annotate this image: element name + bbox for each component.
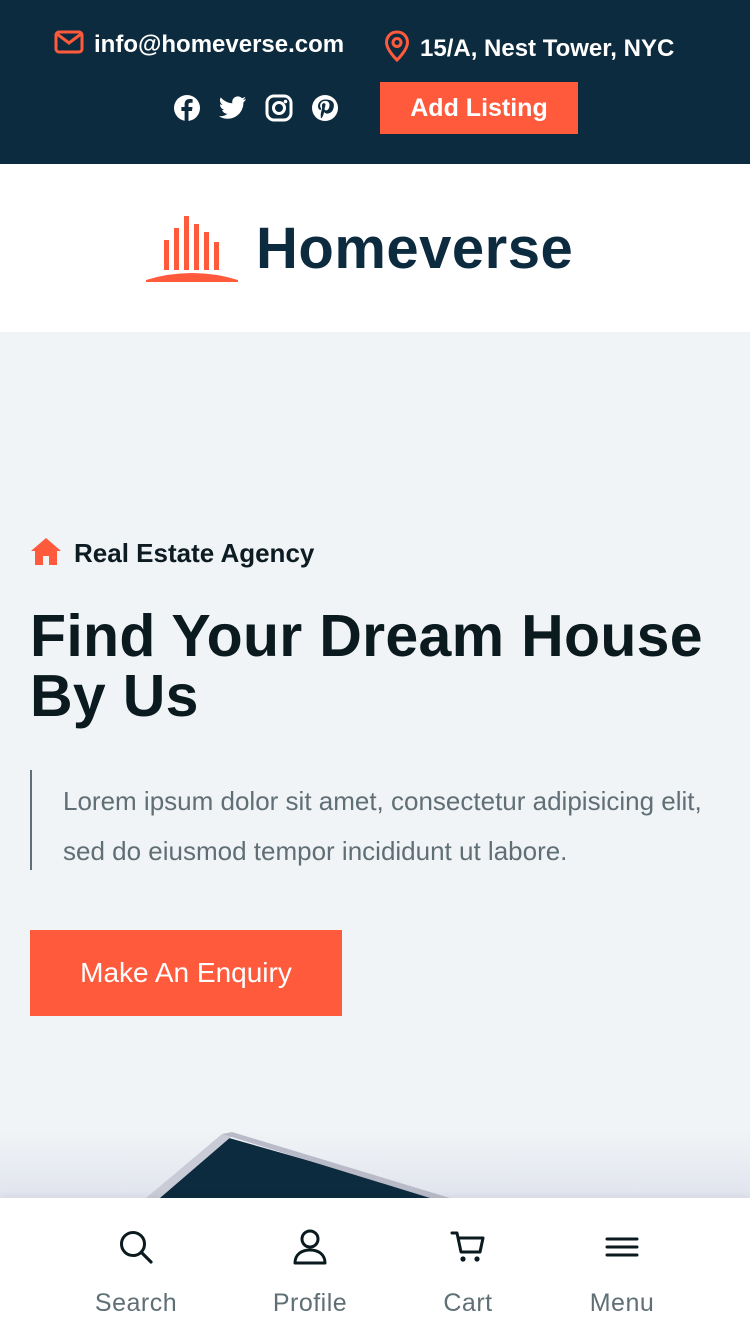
search-icon <box>117 1228 155 1271</box>
email-link[interactable]: info@homeverse.com <box>54 30 344 59</box>
nav-profile[interactable]: Profile <box>240 1228 380 1318</box>
bottom-nav: Search Profile Cart Menu <box>0 1198 750 1334</box>
add-listing-button[interactable]: Add Listing <box>380 82 578 134</box>
hero-description: Lorem ipsum dolor sit amet, consectetur … <box>30 770 720 870</box>
brand-name: Homeverse <box>256 216 574 281</box>
user-icon <box>291 1228 329 1271</box>
logo-mark-icon <box>146 210 238 287</box>
nav-profile-label: Profile <box>272 1289 348 1317</box>
hero-banner-image <box>0 1130 750 1198</box>
mail-icon <box>54 30 84 59</box>
make-enquiry-button[interactable]: Make An Enquiry <box>30 930 342 1016</box>
hero-title: Find Your Dream House By Us <box>30 603 703 729</box>
location-pin-icon <box>384 30 410 67</box>
nav-menu-label: Menu <box>589 1289 655 1317</box>
pinterest-icon[interactable] <box>311 94 339 122</box>
email-text: info@homeverse.com <box>94 30 345 58</box>
nav-menu[interactable]: Menu <box>552 1228 692 1318</box>
twitter-icon[interactable] <box>219 94 247 122</box>
home-icon <box>30 536 62 571</box>
address-link[interactable]: 15/A, Nest Tower, NYC <box>384 30 674 67</box>
cart-icon <box>449 1228 487 1271</box>
social-links <box>173 94 339 122</box>
nav-search-label: Search <box>94 1289 178 1317</box>
hero-section <box>0 332 750 1198</box>
nav-cart[interactable]: Cart <box>398 1228 538 1318</box>
menu-icon <box>603 1228 641 1271</box>
top-bar: info@homeverse.com 15/A, Nest Tower, NYC… <box>0 0 750 164</box>
facebook-icon[interactable] <box>173 94 201 122</box>
hero-tag-label: Real Estate Agency <box>74 538 315 568</box>
nav-search[interactable]: Search <box>66 1228 206 1318</box>
hero-tag: Real Estate Agency <box>30 536 314 571</box>
instagram-icon[interactable] <box>265 94 293 122</box>
address-text: 15/A, Nest Tower, NYC <box>420 34 675 62</box>
site-logo[interactable]: Homeverse <box>146 210 573 287</box>
nav-cart-label: Cart <box>443 1289 493 1317</box>
